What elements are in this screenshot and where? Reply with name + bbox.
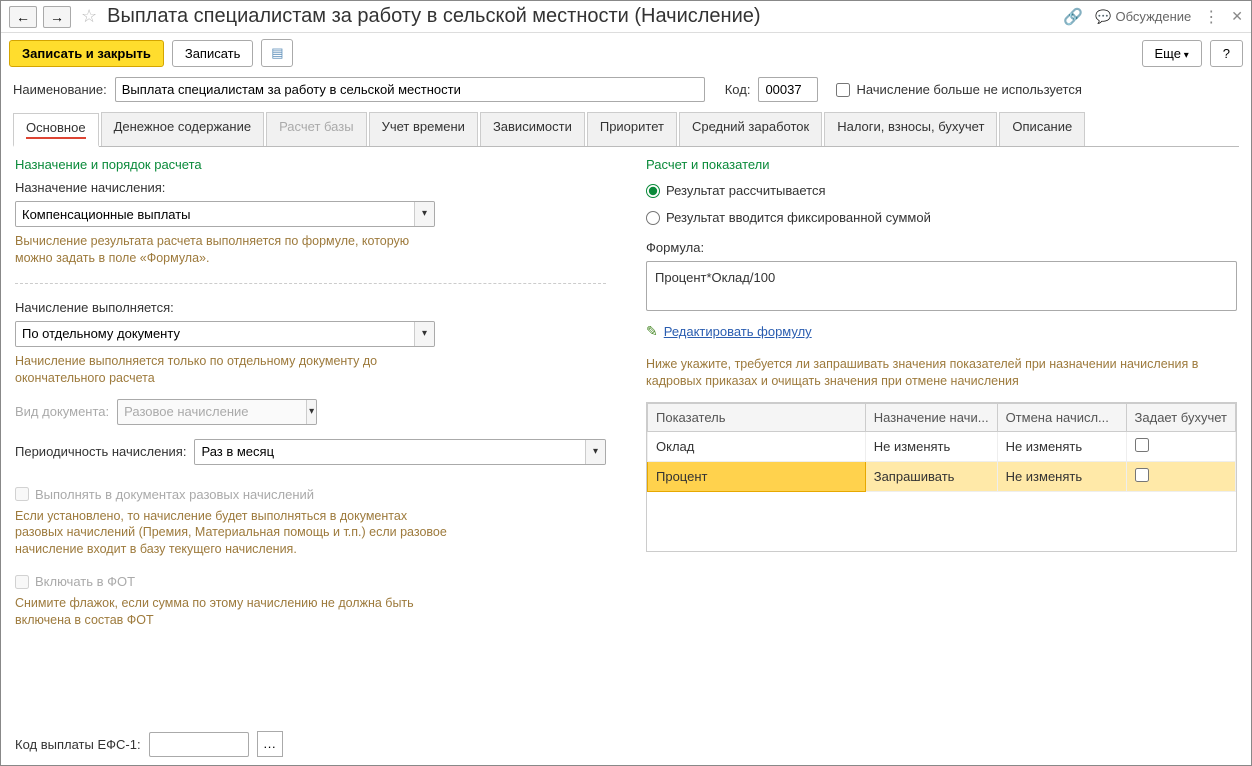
period-value[interactable] [195,440,585,464]
tab-deps[interactable]: Зависимости [480,112,585,146]
tab-desc[interactable]: Описание [999,112,1085,146]
link-icon[interactable]: 🔗 [1063,7,1083,27]
cell-acc[interactable] [1126,461,1235,491]
forward-button[interactable]: → [43,6,71,28]
favorite-icon[interactable]: ☆ [81,6,97,27]
kebab-menu[interactable]: ⋮ [1203,7,1219,27]
chk-onetime-label: Выполнять в документах разовых начислени… [35,487,314,502]
tab-avg[interactable]: Средний заработок [679,112,822,146]
pencil-icon: ✎ [646,323,658,340]
radio-fixed-input[interactable] [646,211,660,225]
chk-onetime[interactable]: Выполнять в документах разовых начислени… [15,487,606,502]
table-row[interactable]: Процент Запрашивать Не изменять [648,461,1236,491]
when-select[interactable]: ▾ [15,321,435,347]
tab-base[interactable]: Расчет базы [266,112,367,146]
titlebar: ← → ☆ Выплата специалистам за работу в с… [1,1,1251,33]
period-label: Периодичность начисления: [15,444,186,459]
doc-type-select[interactable]: ▾ [117,399,317,425]
efs-lookup-button[interactable]: … [257,731,283,757]
chk-fot[interactable]: Включать в ФОТ [15,574,606,589]
close-icon[interactable]: ✕ [1231,8,1243,25]
chk-fot-label: Включать в ФОТ [35,574,135,589]
right-column: Расчет и показатели Результат рассчитыва… [646,157,1237,713]
chk-fot-hint: Снимите флажок, если сумма по этому начи… [15,595,455,629]
not-used-checkbox[interactable]: Начисление больше не используется [836,82,1081,97]
cell-cancel: Не изменять [997,431,1126,461]
name-label: Наименование: [13,82,107,97]
purpose-select[interactable]: ▾ [15,201,435,227]
when-value[interactable] [16,322,414,346]
chevron-down-icon[interactable]: ▾ [414,322,434,346]
chevron-down-icon[interactable]: ▾ [306,400,316,424]
table-header: Показатель Назначение начи... Отмена нач… [648,403,1236,431]
tab-tax[interactable]: Налоги, взносы, бухучет [824,112,997,146]
purpose-hint: Вычисление результата расчета выполняетс… [15,233,435,267]
more-button[interactable]: Еще [1142,40,1202,67]
radio-calculated[interactable]: Результат рассчитывается [646,183,1237,198]
cell-indicator: Оклад [648,431,866,461]
header-fields: Наименование: Код: Начисление больше не … [1,73,1251,106]
efs-label: Код выплаты ЕФС-1: [15,737,141,752]
indicators-table: Показатель Назначение начи... Отмена нач… [646,402,1237,552]
tabs: Основное Денежное содержание Расчет базы… [13,112,1239,147]
radio-calculated-label: Результат рассчитывается [666,183,826,198]
help-button[interactable]: ? [1210,40,1243,67]
report-icon-button[interactable]: ▤ [261,39,293,67]
section-purpose: Назначение и порядок расчета [15,157,606,172]
cell-indicator: Процент [648,461,866,491]
cell-assign: Не изменять [865,431,997,461]
left-column: Назначение и порядок расчета Назначение … [15,157,606,713]
doc-type-label: Вид документа: [15,404,109,419]
cell-assign: Запрашивать [865,461,997,491]
save-close-button[interactable]: Записать и закрыть [9,40,164,67]
table-hint: Ниже укажите, требуется ли запрашивать з… [646,356,1237,390]
chk-onetime-hint: Если установлено, то начисление будет вы… [15,508,455,559]
speech-icon: 💬 [1095,9,1111,25]
code-label: Код: [725,82,751,97]
back-button[interactable]: ← [9,6,37,28]
tab-priority[interactable]: Приоритет [587,112,677,146]
chevron-down-icon[interactable]: ▾ [414,202,434,226]
section-calc: Расчет и показатели [646,157,1237,172]
radio-fixed[interactable]: Результат вводится фиксированной суммой [646,210,1237,225]
discussion-button[interactable]: 💬 Обсуждение [1095,9,1191,25]
not-used-checkbox-input[interactable] [836,83,850,97]
name-input[interactable] [115,77,705,102]
col-acc: Задает бухучет [1126,403,1235,431]
cell-cancel: Не изменять [997,461,1126,491]
discussion-label: Обсуждение [1116,9,1192,24]
tab-time[interactable]: Учет времени [369,112,478,146]
purpose-value[interactable] [16,202,414,226]
chk-onetime-input [15,487,29,501]
acc-checkbox[interactable] [1135,468,1149,482]
col-indicator: Показатель [648,403,866,431]
cell-acc[interactable] [1126,431,1235,461]
radio-fixed-label: Результат вводится фиксированной суммой [666,210,931,225]
window-title: Выплата специалистам за работу в сельско… [107,5,1057,28]
footer: Код выплаты ЕФС-1: … [1,723,1251,765]
radio-calculated-input[interactable] [646,184,660,198]
code-input[interactable] [758,77,818,102]
period-select[interactable]: ▾ [194,439,606,465]
purpose-label: Назначение начисления: [15,180,606,195]
acc-checkbox[interactable] [1135,438,1149,452]
col-assign: Назначение начи... [865,403,997,431]
doc-type-value [118,400,306,424]
efs-input[interactable] [149,732,249,757]
col-cancel: Отмена начисл... [997,403,1126,431]
tab-main[interactable]: Основное [13,113,99,147]
not-used-label: Начисление больше не используется [856,82,1081,97]
when-label: Начисление выполняется: [15,300,606,315]
edit-formula-link[interactable]: Редактировать формулу [664,324,812,339]
tab-money[interactable]: Денежное содержание [101,112,264,146]
toolbar: Записать и закрыть Записать ▤ Еще ? [1,33,1251,73]
formula-box[interactable]: Процент*Оклад/100 [646,261,1237,311]
table-row[interactable]: Оклад Не изменять Не изменять [648,431,1236,461]
formula-label: Формула: [646,240,1237,255]
chevron-down-icon[interactable]: ▾ [585,440,605,464]
save-button[interactable]: Записать [172,40,254,67]
when-hint: Начисление выполняется только по отдельн… [15,353,435,387]
chk-fot-input [15,575,29,589]
